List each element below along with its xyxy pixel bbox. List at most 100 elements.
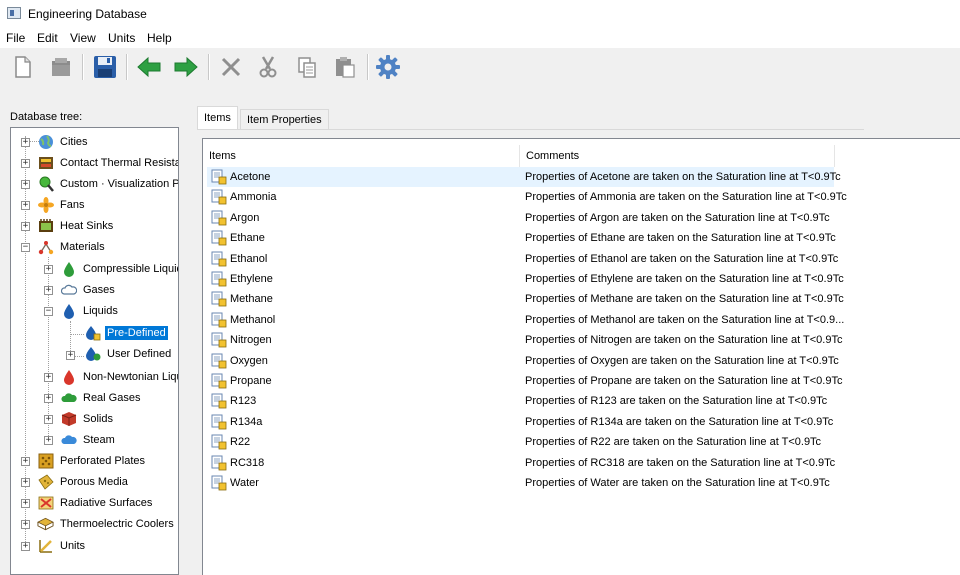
list-item[interactable]: R123 Properties of R123 are taken on the … (207, 391, 834, 411)
item-name: Acetone (230, 171, 271, 183)
item-name-cell: Ethylene (211, 269, 273, 289)
list-item[interactable]: Oxygen Properties of Oxygen are taken on … (207, 351, 839, 371)
tree-node-non-newtonian[interactable]: Non-Newtonian Liqu (60, 366, 178, 387)
tree-node-solids[interactable]: Solids (60, 408, 115, 429)
tab-items[interactable]: Items (197, 106, 238, 129)
tree-node-materials[interactable]: Materials (37, 236, 107, 257)
settings-button[interactable] (374, 53, 402, 81)
cut-icon (259, 56, 277, 78)
tree-label-fans: Fans (60, 198, 85, 211)
tree-node-gases[interactable]: Gases (60, 279, 117, 300)
list-item[interactable]: Water Properties of Water are taken on th… (207, 473, 834, 493)
tree-label-gases: Gases (83, 283, 115, 296)
expand-toggle[interactable]: + (21, 478, 30, 487)
tree-label-cities: Cities (60, 135, 88, 148)
tree-node-porous-media[interactable]: Porous Media (37, 471, 130, 492)
copy-button[interactable] (293, 53, 321, 81)
tree-node-steam[interactable]: Steam (60, 429, 117, 450)
column-divider[interactable] (834, 145, 835, 167)
expand-toggle[interactable]: + (21, 159, 30, 168)
item-name: RC318 (230, 456, 265, 469)
expand-toggle[interactable]: + (21, 138, 30, 147)
save-button[interactable] (91, 53, 119, 81)
column-header-items[interactable]: Items (203, 145, 519, 166)
tree-node-pre-defined[interactable]: Pre-Defined (84, 322, 168, 343)
expand-toggle[interactable]: + (21, 499, 30, 508)
tab-item-properties[interactable]: Item Properties (240, 109, 329, 130)
tree-node-contact-thermal[interactable]: Contact Thermal Resistar (37, 152, 178, 173)
toolbar-separator (82, 54, 84, 80)
expand-toggle[interactable]: + (44, 373, 53, 382)
cut-button[interactable] (254, 53, 282, 81)
tree-node-radiative-surfaces[interactable]: Radiative Surfaces (37, 492, 154, 513)
item-comment-cell: Properties of Ethane are taken on the Sa… (525, 228, 836, 248)
tree-node-compressible-liquids[interactable]: Compressible Liquids (60, 258, 179, 279)
units-icon (37, 537, 54, 554)
tree-node-real-gases[interactable]: Real Gases (60, 387, 142, 408)
tree-node-perforated-plates[interactable]: Perforated Plates (37, 450, 147, 471)
new-icon (15, 56, 31, 78)
tree-node-units[interactable]: Units (37, 535, 87, 556)
paste-button[interactable] (331, 53, 359, 81)
list-item[interactable]: Methanol Properties of Methanol are taken… (207, 310, 844, 330)
new-button[interactable] (9, 53, 37, 81)
open-button[interactable] (47, 53, 75, 81)
item-name-cell: R123 (211, 391, 256, 411)
menu-file[interactable]: File (6, 31, 25, 45)
tree-node-custom-visualization[interactable]: Custom · Visualization Pa (37, 173, 178, 194)
list-item[interactable]: Ethanol Properties of Ethanol are taken o… (207, 249, 838, 269)
menu-help[interactable]: Help (147, 31, 172, 45)
list-item[interactable]: Nitrogen Properties of Nitrogen are taken… (207, 330, 842, 350)
expand-toggle[interactable]: + (44, 415, 53, 424)
tree-node-liquids[interactable]: Liquids (60, 300, 120, 321)
expand-toggle[interactable]: + (21, 180, 30, 189)
list-item[interactable]: Ethane Properties of Ethane are taken on … (207, 228, 836, 248)
menu-edit[interactable]: Edit (37, 31, 58, 45)
list-item[interactable]: R134a Properties of R134a are taken on th… (207, 412, 834, 432)
expand-toggle[interactable]: + (21, 222, 30, 231)
list-item[interactable]: Acetone Properties of Acetone are taken o… (207, 167, 841, 187)
list-item[interactable]: Methane Properties of Methane are taken o… (207, 289, 844, 309)
collapse-toggle[interactable]: − (44, 307, 53, 316)
expand-toggle[interactable]: + (44, 394, 53, 403)
tree-label-compressible-liquids: Compressible Liquids (83, 262, 179, 275)
fan-icon (37, 196, 54, 213)
expand-toggle[interactable]: + (21, 457, 30, 466)
locked-item-icon (211, 332, 227, 348)
tree-label-pre-defined: Pre-Defined (105, 325, 168, 340)
menu-view[interactable]: View (70, 31, 96, 45)
item-name: R134a (230, 415, 263, 428)
expand-toggle[interactable]: + (66, 351, 75, 360)
forward-button[interactable] (172, 53, 200, 81)
column-header-comments[interactable]: Comments (520, 145, 834, 166)
forward-arrow-icon (174, 56, 198, 78)
item-comment: Properties of Argon are taken on the Sat… (525, 211, 830, 224)
list-item[interactable]: Ammonia Properties of Ammonia are taken o… (207, 187, 847, 207)
menu-units[interactable]: Units (108, 31, 135, 45)
expand-toggle[interactable]: + (21, 542, 30, 551)
toolbar-separator (126, 54, 128, 80)
item-name-cell: R22 (211, 432, 250, 452)
tree-node-fans[interactable]: Fans (37, 194, 86, 215)
back-button[interactable] (135, 53, 163, 81)
collapse-toggle[interactable]: − (21, 243, 30, 252)
list-item[interactable]: Argon Properties of Argon are taken on th… (207, 208, 834, 228)
tree-node-user-defined[interactable]: User Defined (84, 343, 173, 364)
settings-gear-icon (376, 55, 400, 79)
tree-node-heat-sinks[interactable]: Heat Sinks (37, 215, 115, 236)
expand-toggle[interactable]: + (21, 520, 30, 529)
item-name-cell: Water (211, 473, 259, 493)
list-item[interactable]: R22 Properties of R22 are taken on the Sa… (207, 432, 834, 452)
list-item[interactable]: Propane Properties of Propane are taken o… (207, 371, 842, 391)
tree-node-cities[interactable]: Cities (37, 131, 90, 152)
item-name: Methanol (230, 313, 276, 326)
list-item[interactable]: RC318 Properties of RC318 are taken on th… (207, 453, 835, 473)
expand-toggle[interactable]: + (44, 436, 53, 445)
expand-toggle[interactable]: + (44, 286, 53, 295)
list-item[interactable]: Ethylene Properties of Ethylene are taken… (207, 269, 844, 289)
tree-label-liquids: Liquids (83, 304, 118, 317)
expand-toggle[interactable]: + (21, 201, 30, 210)
expand-toggle[interactable]: + (44, 265, 53, 274)
delete-button[interactable] (217, 53, 245, 81)
tree-node-thermoelectric-coolers[interactable]: Thermoelectric Coolers (37, 513, 176, 534)
